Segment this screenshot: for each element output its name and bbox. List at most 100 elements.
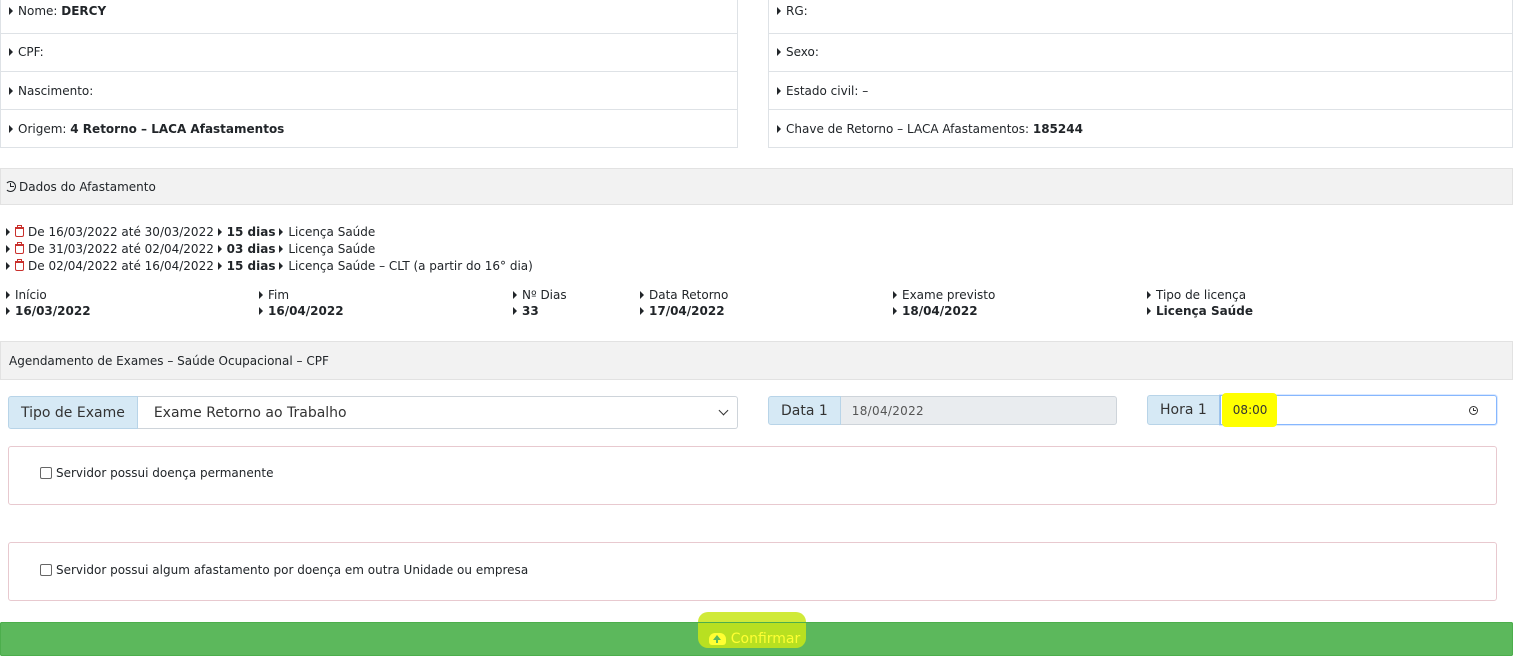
trash-icon[interactable]	[15, 242, 24, 254]
stat-value: 18/04/2022	[902, 304, 978, 318]
confirm-button[interactable]: Confirmar	[0, 622, 1513, 656]
stat-tipo-licenca: Tipo de licença Licença Saúde	[1147, 287, 1253, 320]
nascimento-label: Nascimento:	[18, 84, 94, 98]
rg-label: RG:	[786, 4, 808, 18]
list-item: De 02/04/2022 até 16/04/2022 15 dias Lic…	[6, 259, 533, 276]
stat-fim: Fim 16/04/2022	[259, 287, 344, 320]
personal-info-left: Nome: DERCY CPF: Nascimento: Origem: 4 R…	[0, 0, 738, 148]
rg-row: RG:	[769, 0, 1512, 34]
leave-days: 15 dias	[226, 259, 276, 273]
chave-retorno-value: 185244	[1032, 122, 1083, 136]
caret-right-icon	[513, 291, 517, 299]
leave-type: Licença Saúde – CLT (a partir do 16° dia…	[288, 259, 533, 273]
sexo-row: Sexo:	[769, 34, 1512, 72]
personal-info-right: RG: Sexo: Estado civil: – Chave de Retor…	[768, 0, 1513, 148]
data-field[interactable]: 18/04/2022	[840, 396, 1117, 425]
leave-type: Licença Saúde	[288, 242, 376, 256]
clock-icon[interactable]	[1469, 405, 1478, 415]
trash-icon[interactable]	[15, 225, 24, 237]
chave-retorno-label: Chave de Retorno – LACA Afastamentos:	[786, 122, 1030, 136]
confirm-label: Confirmar	[730, 631, 801, 647]
outro-afastamento-option[interactable]: Servidor possui algum afastamento por do…	[40, 563, 528, 577]
hora-label: Hora 1	[1147, 395, 1220, 425]
caret-right-icon	[1147, 291, 1151, 299]
caret-right-icon	[893, 307, 897, 315]
caret-right-icon	[777, 125, 781, 133]
stat-exame-previsto: Exame previsto 18/04/2022	[893, 287, 995, 320]
doenca-permanente-checkbox[interactable]	[40, 467, 52, 479]
caret-right-icon	[513, 307, 517, 315]
afastamento-header: Dados do Afastamento	[0, 168, 1513, 205]
caret-right-icon	[9, 7, 13, 15]
hora-value: 08:00	[1221, 393, 1277, 427]
nascimento-row: Nascimento:	[1, 72, 737, 110]
leave-days: 03 dias	[226, 242, 276, 256]
list-item: De 31/03/2022 até 02/04/2022 03 dias Lic…	[6, 242, 533, 259]
cpf-label: CPF:	[18, 45, 44, 59]
leave-period: De 02/04/2022 até 16/04/2022	[28, 259, 214, 273]
caret-right-icon	[640, 307, 644, 315]
caret-right-icon	[9, 48, 13, 56]
data-label: Data 1	[768, 396, 841, 425]
caret-right-icon	[217, 245, 222, 253]
outro-afastamento-checkbox[interactable]	[40, 564, 52, 576]
history-icon	[5, 181, 16, 192]
list-item: De 16/03/2022 até 30/03/2022 15 dias Lic…	[6, 225, 533, 242]
stat-label: Fim	[268, 288, 290, 302]
caret-right-icon	[217, 262, 222, 270]
stat-label: Data Retorno	[649, 288, 729, 302]
estado-civil-row: Estado civil: –	[769, 72, 1512, 110]
caret-right-icon	[279, 262, 284, 270]
agendamento-header: Agendamento de Exames – Saúde Ocupaciona…	[0, 341, 1513, 380]
stat-data-retorno: Data Retorno 17/04/2022	[640, 287, 728, 320]
leave-period: De 31/03/2022 até 02/04/2022	[28, 242, 214, 256]
outro-afastamento-label: Servidor possui algum afastamento por do…	[56, 563, 529, 577]
caret-right-icon	[6, 307, 10, 315]
caret-right-icon	[217, 228, 222, 236]
leave-type: Licença Saúde	[288, 225, 376, 239]
stat-value: Licença Saúde	[1156, 304, 1253, 318]
nome-label: Nome:	[18, 4, 58, 18]
sexo-label: Sexo:	[786, 45, 819, 59]
confirm-label-group: Confirmar	[708, 631, 801, 647]
cpf-row: CPF:	[1, 34, 737, 72]
cloud-upload-icon	[708, 633, 726, 645]
stat-label: Tipo de licença	[1156, 288, 1247, 302]
caret-right-icon	[6, 228, 10, 236]
stat-value: 16/04/2022	[268, 304, 344, 318]
stat-value: 33	[522, 304, 539, 318]
doenca-permanente-label: Servidor possui doença permanente	[56, 466, 274, 480]
nome-value: DERCY	[61, 4, 107, 18]
leave-days: 15 dias	[226, 225, 276, 239]
doenca-permanente-option[interactable]: Servidor possui doença permanente	[40, 466, 273, 480]
outro-afastamento-panel: Servidor possui algum afastamento por do…	[8, 542, 1497, 601]
caret-right-icon	[1147, 307, 1151, 315]
origem-label: Origem:	[18, 122, 67, 136]
caret-right-icon	[9, 87, 13, 95]
leave-period: De 16/03/2022 até 30/03/2022	[28, 225, 214, 239]
tipo-exame-value: Exame Retorno ao Trabalho	[153, 404, 347, 421]
chevron-down-icon	[718, 405, 729, 416]
chave-retorno-row: Chave de Retorno – LACA Afastamentos: 18…	[769, 110, 1512, 148]
origem-row: Origem: 4 Retorno – LACA Afastamentos	[1, 110, 737, 148]
caret-right-icon	[259, 307, 263, 315]
origem-value: 4 Retorno – LACA Afastamentos	[70, 122, 285, 136]
stat-label: Nº Dias	[522, 288, 567, 302]
tipo-exame-select[interactable]: Exame Retorno ao Trabalho	[137, 396, 738, 429]
caret-right-icon	[9, 125, 13, 133]
leave-list: De 16/03/2022 até 30/03/2022 15 dias Lic…	[6, 225, 533, 276]
caret-right-icon	[6, 291, 10, 299]
stat-label: Início	[15, 288, 47, 302]
hora-field[interactable]: 08:00	[1219, 393, 1497, 427]
caret-right-icon	[6, 262, 10, 270]
caret-right-icon	[279, 245, 284, 253]
doenca-permanente-panel: Servidor possui doença permanente	[8, 446, 1497, 505]
trash-icon[interactable]	[15, 259, 24, 271]
tipo-exame-label: Tipo de Exame	[8, 396, 138, 429]
agendamento-title: Agendamento de Exames – Saúde Ocupaciona…	[9, 354, 329, 368]
caret-right-icon	[279, 228, 284, 236]
caret-right-icon	[259, 291, 263, 299]
nome-row: Nome: DERCY	[1, 0, 737, 34]
caret-right-icon	[893, 291, 897, 299]
estado-civil-label: Estado civil: –	[786, 84, 869, 98]
